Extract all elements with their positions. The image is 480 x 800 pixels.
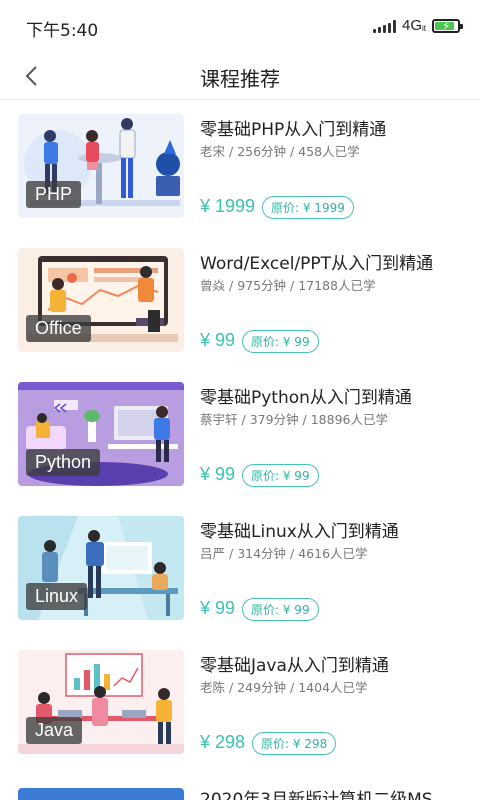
course-item[interactable]: Java 零基础Java从入门到精通 老陈 / 249分钟 / 1404人已学 … bbox=[0, 650, 480, 784]
course-title[interactable]: Word/Excel/PPT从入门到精通 bbox=[200, 249, 470, 274]
course-meta: 蔡宇轩 / 379分钟 / 18896人已学 bbox=[200, 412, 388, 427]
battery-icon: ⚡ bbox=[432, 18, 463, 33]
course-title[interactable]: 零基础Python从入门到精通 bbox=[200, 383, 470, 408]
course-title[interactable]: 零基础PHP从入门到精通 bbox=[200, 115, 470, 140]
course-tag: Office bbox=[26, 315, 91, 342]
course-price: ¥ 99 bbox=[200, 598, 236, 618]
course-thumbnail[interactable]: Linux bbox=[18, 516, 184, 620]
course-meta: 曾焱 / 975分钟 / 17188人已学 bbox=[200, 278, 376, 293]
original-price-badge: 原价: ¥ 298 bbox=[252, 732, 337, 755]
course-tag: Python bbox=[26, 449, 101, 476]
course-item-partial[interactable]: 2020年3月新版计算机二级MS bbox=[0, 782, 480, 800]
original-price-badge: 原价: ¥ 99 bbox=[242, 598, 319, 621]
course-thumbnail[interactable]: PHP bbox=[18, 114, 184, 218]
course-meta: 吕严 / 314分钟 / 4616人已学 bbox=[200, 546, 368, 561]
course-title[interactable]: 零基础Java从入门到精通 bbox=[200, 651, 470, 676]
course-thumbnail[interactable]: Office bbox=[18, 248, 184, 352]
original-price-badge: 原价: ¥ 99 bbox=[242, 464, 319, 487]
status-time: 下午5:40 bbox=[26, 21, 99, 41]
course-title[interactable]: 零基础Linux从入门到精通 bbox=[200, 517, 470, 542]
course-thumbnail[interactable]: Java bbox=[18, 650, 184, 754]
original-price-badge: 原价: ¥ 1999 bbox=[262, 196, 354, 219]
course-price: ¥ 99 bbox=[200, 464, 236, 484]
course-meta: 老宋 / 256分钟 / 458人已学 bbox=[200, 144, 360, 159]
course-title[interactable]: 2020年3月新版计算机二级MS bbox=[200, 785, 470, 800]
course-price: ¥ 99 bbox=[200, 330, 236, 350]
course-thumbnail[interactable] bbox=[18, 788, 184, 800]
nav-header: 课程推荐 bbox=[0, 52, 480, 100]
course-tag: Java bbox=[26, 717, 83, 744]
signal-icon bbox=[372, 19, 396, 33]
network-type: 4Git bbox=[401, 17, 426, 34]
course-item[interactable]: Linux 零基础Linux从入门到精通 吕严 / 314分钟 / 4616人已… bbox=[0, 516, 480, 650]
course-item[interactable]: Office Word/Excel/PPT从入门到精通 曾焱 / 975分钟 /… bbox=[0, 248, 480, 382]
course-item[interactable]: PHP 零基础PHP从入门到精通 老宋 / 256分钟 / 458人已学 ¥ 1… bbox=[0, 114, 480, 248]
original-price-badge: 原价: ¥ 99 bbox=[242, 330, 319, 353]
course-item[interactable]: Python 零基础Python从入门到精通 蔡宇轩 / 379分钟 / 188… bbox=[0, 382, 480, 516]
status-icons: 4Git ⚡ bbox=[372, 17, 463, 34]
page-title: 课程推荐 bbox=[200, 67, 280, 91]
course-tag: Linux bbox=[26, 583, 88, 610]
course-thumbnail[interactable]: Python bbox=[18, 382, 184, 486]
course-price: ¥ 1999 bbox=[200, 196, 256, 216]
course-price: ¥ 298 bbox=[200, 732, 246, 752]
status-bar: 下午5:40 4Git ⚡ bbox=[0, 0, 480, 52]
course-meta: 老陈 / 249分钟 / 1404人已学 bbox=[200, 680, 368, 695]
course-tag: PHP bbox=[26, 181, 82, 208]
